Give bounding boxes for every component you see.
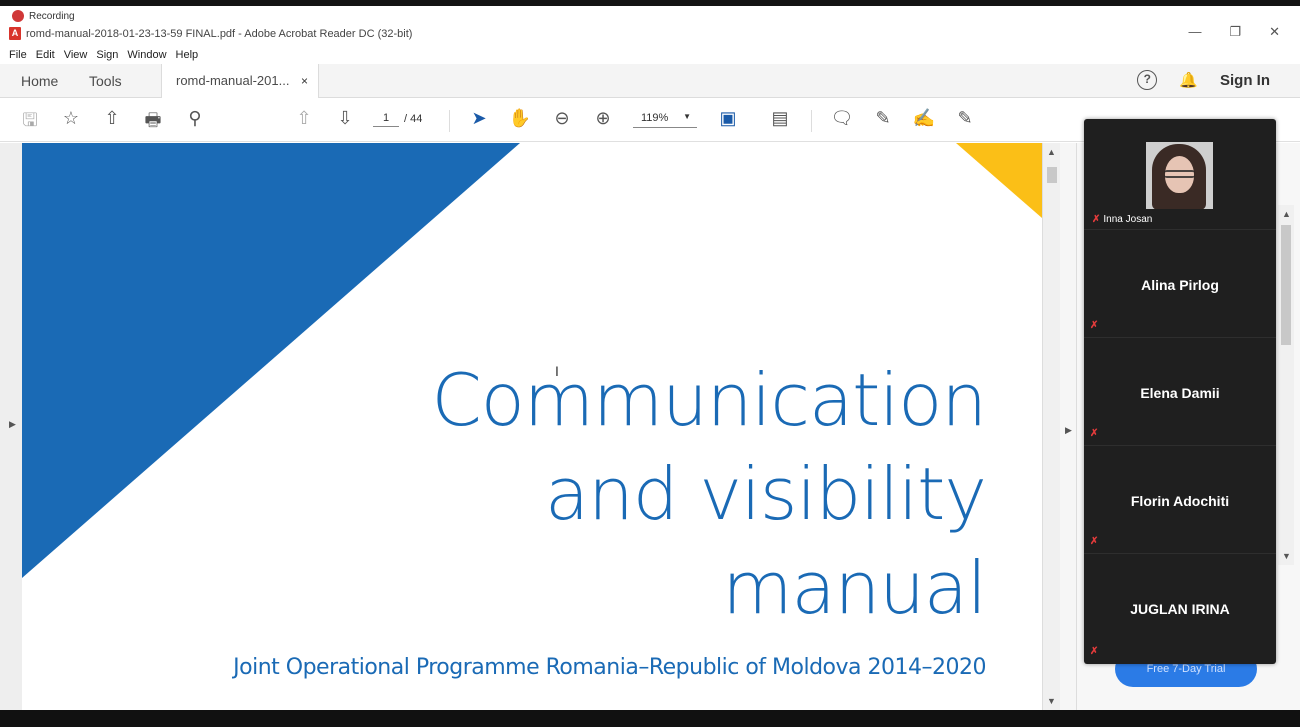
pdf-app-icon: A bbox=[9, 27, 21, 40]
cover-title-line-1: Communication bbox=[431, 358, 987, 442]
cover-title: Communication and visibility manual bbox=[432, 353, 987, 635]
minimize-button[interactable]: — bbox=[1188, 24, 1201, 40]
text-cursor-icon: I bbox=[555, 363, 559, 379]
tab-document-label: romd-manual-201... bbox=[176, 73, 290, 88]
tab-document[interactable]: romd-manual-201... × bbox=[161, 64, 319, 99]
cloud-upload-icon[interactable]: ⇧ bbox=[100, 108, 124, 129]
menu-bar: File Edit View Sign Window Help bbox=[0, 46, 1300, 64]
cover-title-line-3: manual bbox=[722, 546, 987, 630]
cover-subtitle: Joint Operational Programme Romania–Repu… bbox=[233, 655, 986, 680]
pane-scroll-up-icon[interactable]: ▲ bbox=[1282, 209, 1291, 219]
document-scrollbar[interactable]: ▲ ▼ bbox=[1042, 143, 1060, 710]
pdf-page: Communication and visibility manual Join… bbox=[22, 143, 1042, 710]
mic-off-icon: ✗ bbox=[1090, 428, 1099, 439]
comment-icon[interactable]: 🗨 bbox=[830, 108, 854, 129]
tab-close-icon[interactable]: × bbox=[301, 64, 308, 98]
header-actions: ? 🔔 Sign In bbox=[1137, 70, 1270, 90]
right-panel-toggle[interactable]: ▶ bbox=[1060, 143, 1076, 710]
window-title: romd-manual-2018-01-23-13-59 FINAL.pdf -… bbox=[26, 28, 413, 40]
scroll-thumb[interactable] bbox=[1047, 167, 1057, 183]
menu-help[interactable]: Help bbox=[176, 49, 199, 61]
tab-tools[interactable]: Tools bbox=[89, 64, 122, 98]
help-icon[interactable]: ? bbox=[1137, 70, 1158, 90]
menu-file[interactable]: File bbox=[9, 49, 27, 61]
hand-tool-icon[interactable]: ✋ bbox=[508, 108, 532, 129]
participant-name: Florin Adochiti bbox=[1130, 493, 1230, 509]
title-bar: A romd-manual-2018-01-23-13-59 FINAL.pdf… bbox=[0, 6, 1300, 46]
expand-right-icon: ▶ bbox=[1065, 425, 1072, 435]
expand-left-icon: ▶ bbox=[9, 419, 16, 429]
mic-off-icon: ✗ bbox=[1092, 214, 1101, 225]
zoom-in-icon[interactable]: ⊕ bbox=[591, 108, 615, 129]
recording-indicator: Recording bbox=[12, 10, 75, 22]
left-panel-toggle[interactable]: ▶ bbox=[0, 143, 22, 710]
recording-dot-icon bbox=[12, 10, 24, 22]
mic-off-icon: ✗ bbox=[1090, 646, 1099, 657]
pane-scroll-thumb[interactable] bbox=[1281, 225, 1291, 345]
fill-sign-icon[interactable]: ✍ bbox=[912, 108, 936, 129]
previous-page-icon[interactable]: ⇧ bbox=[292, 108, 316, 129]
pane-scroll-down-icon[interactable]: ▼ bbox=[1282, 551, 1291, 561]
participant-tile[interactable]: Alina Pirlog ✗ bbox=[1084, 230, 1276, 338]
highlight-pen-icon[interactable]: ✎ bbox=[871, 108, 895, 129]
save-icon[interactable]: 🖫 bbox=[18, 108, 42, 138]
recording-label: Recording bbox=[29, 10, 75, 22]
participant-tile[interactable]: Florin Adochiti ✗ bbox=[1084, 446, 1276, 554]
restore-button[interactable]: ❐ bbox=[1229, 24, 1241, 40]
scroll-mode-icon[interactable]: ▤ bbox=[768, 108, 792, 129]
meeting-participants-panel: ✗ Inna Josan Alina Pirlog ✗ Elena Damii ✗… bbox=[1084, 119, 1276, 664]
zoom-search-icon[interactable]: ⚲ bbox=[183, 108, 207, 129]
cover-title-line-2: and visibility bbox=[544, 452, 987, 536]
mic-off-icon: ✗ bbox=[1090, 320, 1099, 331]
menu-window[interactable]: Window bbox=[127, 49, 166, 61]
cover-yellow-triangle bbox=[956, 143, 1042, 218]
zoom-value: 119% bbox=[641, 112, 669, 124]
window-controls: — ❐ ✕ bbox=[1188, 24, 1280, 40]
toolbar-divider bbox=[449, 110, 450, 132]
next-page-icon[interactable]: ⇩ bbox=[333, 108, 357, 129]
toolbar-divider bbox=[811, 110, 812, 132]
participant-name: JUGLAN IRINA bbox=[1130, 601, 1230, 617]
scroll-down-icon[interactable]: ▼ bbox=[1047, 696, 1056, 706]
avatar bbox=[1146, 142, 1213, 209]
print-icon[interactable]: 🖶 bbox=[141, 108, 165, 138]
menu-view[interactable]: View bbox=[64, 49, 88, 61]
mic-off-icon: ✗ bbox=[1090, 536, 1099, 547]
self-name: Inna Josan bbox=[1103, 214, 1153, 225]
tab-bar: Home Tools romd-manual-201... × ? 🔔 Sign… bbox=[0, 64, 1300, 99]
tab-home[interactable]: Home bbox=[21, 64, 58, 98]
select-cursor-icon[interactable]: ➤ bbox=[467, 108, 491, 129]
self-name-label: ✗ Inna Josan bbox=[1090, 213, 1155, 226]
participant-tile[interactable]: JUGLAN IRINA ✗ bbox=[1084, 554, 1276, 664]
avatar-glasses bbox=[1164, 170, 1195, 178]
zoom-dropdown-icon: ▼ bbox=[683, 112, 691, 121]
page-total: / 44 bbox=[404, 113, 423, 125]
zoom-select[interactable]: 119% ▼ bbox=[633, 112, 697, 128]
participant-tile-self[interactable]: ✗ Inna Josan bbox=[1084, 119, 1276, 230]
close-window-button[interactable]: ✕ bbox=[1269, 24, 1280, 40]
pane-scrollbar[interactable]: ▲ ▼ bbox=[1278, 205, 1294, 565]
fit-page-icon[interactable]: ▣ bbox=[716, 108, 740, 129]
zoom-out-icon[interactable]: ⊖ bbox=[550, 108, 574, 129]
screen-bottom-bar bbox=[0, 710, 1300, 727]
menu-sign[interactable]: Sign bbox=[96, 49, 118, 61]
bell-icon[interactable]: 🔔 bbox=[1179, 71, 1198, 89]
participant-name: Elena Damii bbox=[1140, 385, 1220, 401]
star-icon[interactable]: ☆ bbox=[59, 108, 83, 129]
sign-in-button[interactable]: Sign In bbox=[1220, 72, 1270, 89]
participant-name: Alina Pirlog bbox=[1141, 277, 1219, 293]
scroll-up-icon[interactable]: ▲ bbox=[1047, 147, 1056, 157]
more-tools-icon[interactable]: ✎ bbox=[953, 108, 977, 129]
participant-tile[interactable]: Elena Damii ✗ bbox=[1084, 338, 1276, 446]
page-number-input[interactable]: 1 bbox=[373, 112, 399, 127]
menu-edit[interactable]: Edit bbox=[36, 49, 55, 61]
